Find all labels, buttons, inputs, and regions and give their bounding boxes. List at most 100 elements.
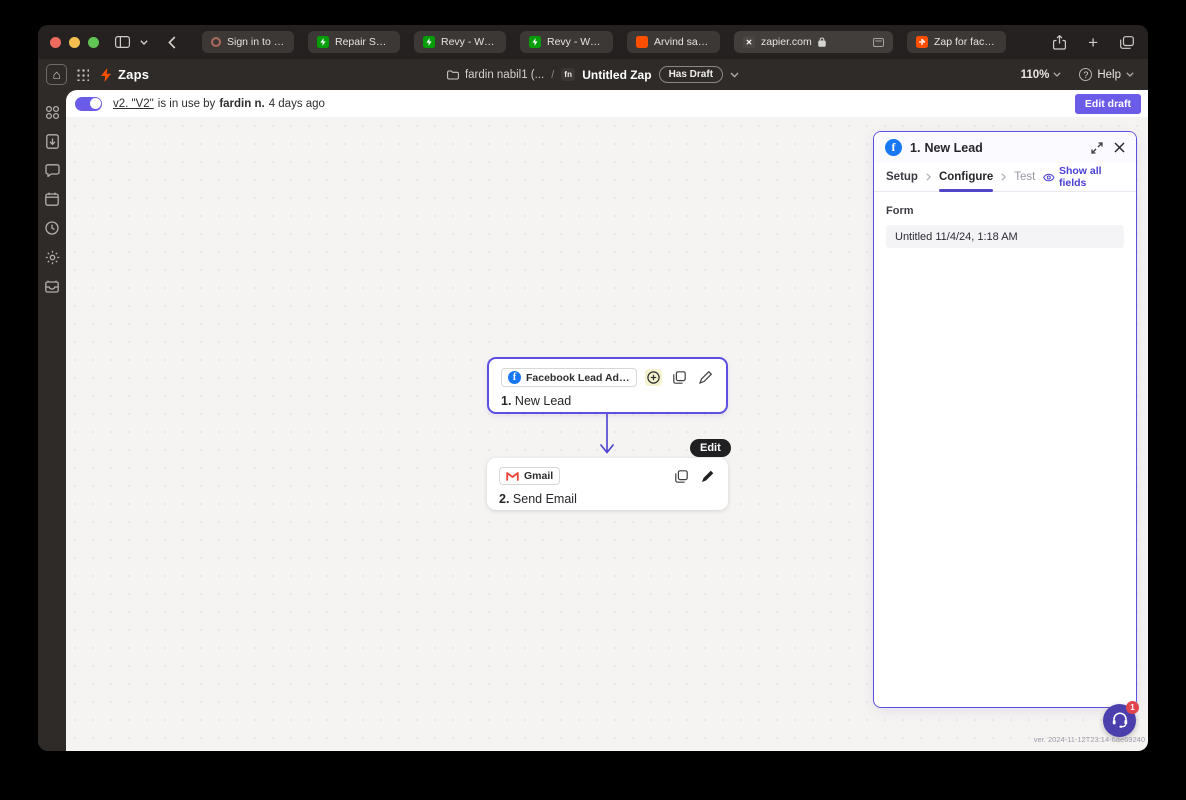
tab-title: Zap for faceboo...: [934, 36, 997, 48]
address-domain: zapier.com: [761, 36, 812, 48]
step-title: 1. New Lead: [501, 394, 572, 408]
build-version-text: ver. 2024-11-12T23:14-6ae69240: [1033, 735, 1145, 744]
close-window-button[interactable]: [50, 36, 61, 48]
tab-bar-actions: +: [1053, 34, 1134, 51]
tab-title: Arvind says...: [654, 36, 711, 48]
copy-step-icon[interactable]: [671, 369, 688, 386]
sidebar-chevron-icon[interactable]: [140, 39, 148, 45]
help-menu[interactable]: ? Help: [1079, 68, 1134, 81]
eye-icon: [1043, 173, 1055, 181]
panel-tabs: Setup Configure Test Show all fields: [874, 163, 1136, 192]
tab-strip: Sign in to your P... Repair Service... R…: [202, 31, 1037, 53]
drawer-icon: [45, 280, 59, 293]
browser-tab[interactable]: Arvind says...: [627, 31, 720, 53]
sidebar-toggle-icon[interactable]: [115, 36, 130, 48]
headset-icon: [1112, 712, 1127, 728]
has-draft-badge: Has Draft: [658, 66, 724, 83]
jetpack-favicon: [317, 36, 329, 48]
tab-title: Sign in to your P...: [227, 36, 285, 48]
insert-step-icon[interactable]: [645, 369, 662, 386]
page-title: Zaps: [118, 67, 150, 82]
website-settings-icon[interactable]: [873, 37, 884, 47]
zap-name[interactable]: Untitled Zap: [582, 68, 651, 82]
back-icon[interactable]: [168, 35, 176, 49]
app-pill[interactable]: Gmail: [499, 467, 561, 485]
zap-menu-chevron-icon[interactable]: [730, 72, 739, 78]
calendar-icon: [45, 192, 59, 206]
active-tab-address[interactable]: ✕ zapier.com: [734, 31, 893, 53]
four-circles-icon: [45, 105, 59, 119]
browser-tab[interactable]: Sign in to your P...: [202, 31, 294, 53]
chevron-right-icon: [926, 173, 931, 181]
breadcrumb-separator: /: [551, 68, 555, 81]
jetpack-favicon: [423, 36, 435, 48]
show-all-fields-button[interactable]: Show all fields: [1043, 165, 1124, 189]
app-grid-icon[interactable]: [76, 68, 89, 81]
notification-badge: 1: [1126, 701, 1139, 714]
chevron-down-icon: [1053, 72, 1062, 77]
zapier-favicon: [916, 36, 928, 48]
browser-tab[interactable]: Revy - WordPre...: [520, 31, 613, 53]
expand-panel-icon[interactable]: [1091, 141, 1103, 154]
step-card-action[interactable]: Gmail 2. Send Email: [487, 458, 728, 510]
new-tab-icon[interactable]: +: [1088, 34, 1098, 51]
folder-icon: [447, 69, 459, 80]
document-icon: [45, 133, 59, 149]
clock-icon: [45, 221, 59, 235]
zoom-level-control[interactable]: 110%: [1021, 69, 1062, 81]
window-controls: [50, 36, 99, 48]
zap-canvas[interactable]: f Facebook Lead Ads (for Busin...: [66, 117, 1148, 751]
tab-title: Revy - WordPre...: [441, 36, 497, 48]
sidebar-item-history[interactable]: [44, 220, 60, 236]
form-field-value[interactable]: Untitled 11/4/24, 1:18 AM: [886, 225, 1124, 248]
connector-arrow: [597, 414, 617, 458]
sidebar-item-settings[interactable]: [44, 249, 60, 265]
site-favicon: [636, 36, 648, 48]
fullscreen-window-button[interactable]: [88, 36, 99, 48]
sidebar-item-apps[interactable]: [44, 104, 60, 120]
breadcrumb-account[interactable]: fardin nabil1 (...: [447, 69, 544, 81]
tab-test[interactable]: Test: [1014, 163, 1035, 191]
tab-setup[interactable]: Setup: [886, 163, 918, 191]
minimize-window-button[interactable]: [69, 36, 80, 48]
gear-icon: [45, 250, 59, 264]
sidebar-item-more[interactable]: [44, 278, 60, 294]
left-sidebar: [38, 90, 66, 751]
tab-configure[interactable]: Configure: [938, 163, 994, 192]
support-chat-button[interactable]: 1: [1103, 701, 1139, 737]
home-icon[interactable]: ⌂: [46, 64, 67, 85]
version-link[interactable]: v2. "V2": [113, 98, 154, 110]
tab-title: Repair Service...: [335, 36, 391, 48]
gmail-icon: [506, 471, 519, 481]
tab-overview-icon[interactable]: [1120, 35, 1134, 49]
edit-step-icon[interactable]: [699, 468, 716, 485]
panel-body: Form Untitled 11/4/24, 1:18 AM: [874, 192, 1136, 707]
step-card-trigger[interactable]: f Facebook Lead Ads (for Busin...: [487, 357, 728, 414]
header-right-controls: 110% ? Help: [1021, 68, 1134, 81]
edit-draft-button[interactable]: Edit draft: [1074, 93, 1141, 114]
site-favicon: [211, 37, 221, 47]
sidebar-item-tables[interactable]: [44, 191, 60, 207]
browser-tab[interactable]: Repair Service...: [308, 31, 400, 53]
workspace-badge: fn: [561, 68, 576, 81]
editor-main: v2. "V2" is in use by fardin n. 4 days a…: [66, 90, 1148, 751]
app-name: Gmail: [524, 470, 554, 482]
step-config-panel: f 1. New Lead Setup Configure Test Show …: [873, 131, 1137, 708]
zap-bolt-icon: [100, 67, 112, 82]
edit-step-icon[interactable]: [697, 369, 714, 386]
app-pill[interactable]: f Facebook Lead Ads (for Busin...: [501, 368, 637, 387]
browser-tab[interactable]: Zap for faceboo...: [907, 31, 1006, 53]
version-banner: v2. "V2" is in use by fardin n. 4 days a…: [66, 90, 1148, 117]
close-panel-icon[interactable]: [1114, 142, 1125, 153]
jetpack-favicon: [529, 36, 541, 48]
banner-text: v2. "V2" is in use by fardin n. 4 days a…: [113, 97, 325, 110]
help-icon: ?: [1079, 68, 1093, 81]
sidebar-item-interfaces[interactable]: [44, 162, 60, 178]
browser-tab[interactable]: Revy - WordPre...: [414, 31, 506, 53]
facebook-icon: f: [885, 139, 902, 156]
share-icon[interactable]: [1053, 34, 1067, 50]
tab-title: Revy - WordPre...: [547, 36, 604, 48]
sidebar-item-templates[interactable]: [44, 133, 60, 149]
copy-step-icon[interactable]: [673, 468, 690, 485]
version-toggle[interactable]: [75, 96, 102, 111]
